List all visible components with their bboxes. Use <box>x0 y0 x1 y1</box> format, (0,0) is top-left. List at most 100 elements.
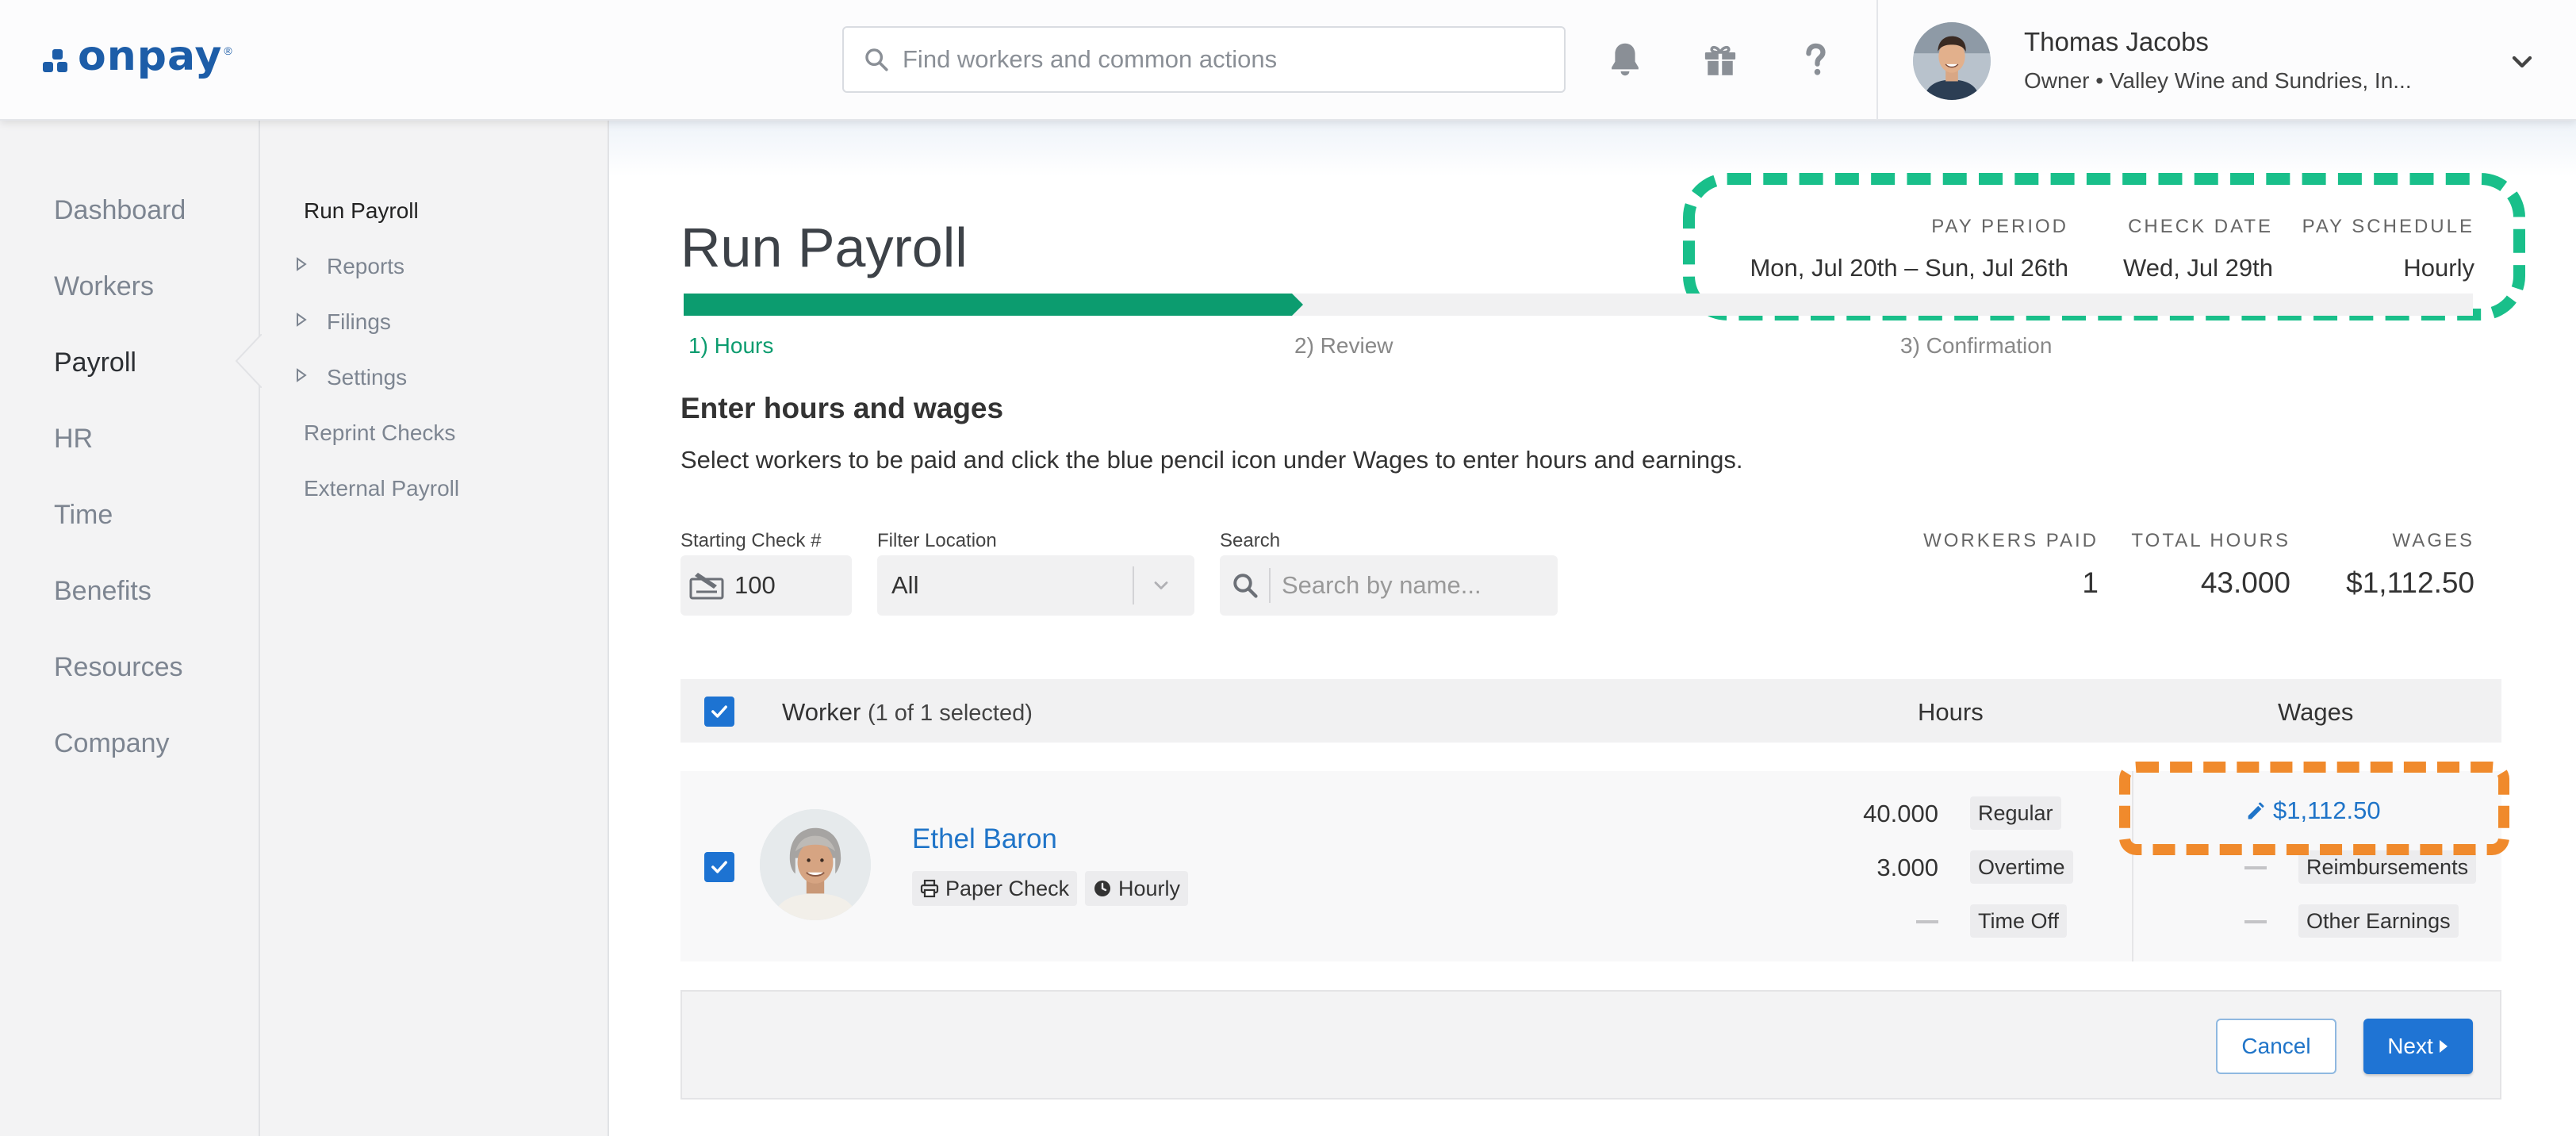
regular-hours-value: 40.000 <box>1863 800 1938 827</box>
worker-search-input[interactable] <box>1282 571 1535 600</box>
caret-right-icon[interactable] <box>296 313 307 327</box>
sidebar-item-payroll[interactable]: Payroll <box>54 347 136 378</box>
worker-avatar <box>760 809 871 920</box>
user-name: Thomas Jacobs <box>2024 27 2209 56</box>
overtime-hours-tag: Overtime <box>1970 850 2073 884</box>
pay-type-label: Hourly <box>1118 876 1181 900</box>
cancel-button[interactable]: Cancel <box>2216 1019 2336 1074</box>
pencil-icon <box>2248 802 2264 819</box>
reimbursements-tag: Reimbursements <box>2298 850 2477 884</box>
payroll-subnav <box>260 121 609 1136</box>
search-divider <box>1269 568 1271 603</box>
user-role: Owner • Valley Wine and Sundries, In... <box>2024 68 2412 93</box>
checkmark-icon <box>711 705 727 718</box>
checkmark-icon <box>711 861 727 873</box>
worker-name-link[interactable]: Ethel Baron <box>912 823 1057 855</box>
wages-stat: WAGES $1,112.50 <box>2346 530 2474 600</box>
user-avatar <box>1913 22 1991 100</box>
sidebar-item-benefits[interactable]: Benefits <box>54 576 151 607</box>
progress-tip <box>1292 294 1303 316</box>
subnav-item-external-payroll[interactable]: External Payroll <box>304 476 459 501</box>
hours-column-header: Hours <box>1918 698 1984 726</box>
sidebar-item-workers[interactable]: Workers <box>54 271 154 302</box>
check-date-label: CHECK DATE <box>2128 216 2273 237</box>
search-icon <box>865 48 888 71</box>
help-icon[interactable] <box>1791 35 1840 84</box>
progress-fill <box>684 294 1292 316</box>
edit-wages-link[interactable]: $1,112.50 <box>2244 796 2381 825</box>
filter-location-value: All <box>891 571 919 599</box>
onpay-logo[interactable]: onpay ® <box>43 29 232 84</box>
starting-check-label: Starting Check # <box>680 530 822 551</box>
check-icon <box>689 573 724 600</box>
reimbursements-empty-dash <box>2244 866 2267 869</box>
printer-icon <box>920 879 939 898</box>
check-date-value: Wed, Jul 29th <box>2123 254 2273 282</box>
subnav-item-reprint-checks[interactable]: Reprint Checks <box>304 420 455 446</box>
wages-label: WAGES <box>2392 530 2474 551</box>
clock-icon <box>1094 881 1110 896</box>
caret-right-icon[interactable] <box>296 257 307 271</box>
time-off-empty-dash <box>1916 920 1938 923</box>
pay-period-label: PAY PERIOD <box>1931 216 2068 237</box>
global-search[interactable] <box>842 26 1566 93</box>
content-top-shade <box>609 121 2576 176</box>
pay-schedule: PAY SCHEDULE Hourly <box>2302 216 2474 282</box>
sidebar-item-company[interactable]: Company <box>54 728 170 759</box>
next-button[interactable]: Next <box>2363 1019 2473 1074</box>
caret-right-icon[interactable] <box>296 368 307 382</box>
chevron-down-icon[interactable] <box>1150 574 1172 597</box>
sidebar-item-dashboard[interactable]: Dashboard <box>54 195 186 226</box>
filter-location-label: Filter Location <box>877 530 997 551</box>
global-search-input[interactable] <box>903 45 1537 74</box>
total-hours-value: 43.000 <box>2200 566 2290 599</box>
pay-period: PAY PERIOD Mon, Jul 20th – Sun, Jul 26th <box>1750 216 2068 282</box>
registered-mark: ® <box>224 44 232 57</box>
wages-column-header: Wages <box>2278 698 2354 726</box>
workers-paid-stat: WORKERS PAID 1 <box>1923 530 2099 600</box>
top-bar: onpay ® Thomas Jacobs Owner • Valley Win… <box>0 0 2576 121</box>
search-label: Search <box>1220 530 1281 551</box>
subnav-item-reports[interactable]: Reports <box>327 254 404 279</box>
select-all-checkbox[interactable] <box>704 697 734 727</box>
worker-header-label: Worker <box>782 698 861 726</box>
worker-search-field[interactable] <box>1220 555 1558 616</box>
payment-method-badge: Paper Check <box>912 871 1078 906</box>
workers-paid-label: WORKERS PAID <box>1923 530 2099 551</box>
search-icon <box>1233 574 1258 598</box>
step-hours[interactable]: 1) Hours <box>688 333 773 359</box>
worker-column-header: Worker (1 of 1 selected) <box>782 698 1033 727</box>
gift-icon[interactable] <box>1696 35 1745 84</box>
sidebar-item-hr[interactable]: HR <box>54 424 93 455</box>
selection-count: (1 of 1 selected) <box>867 700 1033 726</box>
select-divider <box>1133 566 1134 604</box>
check-date: CHECK DATE Wed, Jul 29th <box>2123 216 2273 282</box>
filter-location-select[interactable]: All <box>877 555 1194 616</box>
next-button-label: Next <box>2387 1034 2433 1058</box>
section-description: Select workers to be paid and click the … <box>680 446 1743 474</box>
user-menu[interactable]: Thomas Jacobs Owner • Valley Wine and Su… <box>1876 0 2576 119</box>
sidebar-item-resources[interactable]: Resources <box>54 652 183 683</box>
starting-check-field[interactable] <box>680 555 852 616</box>
subnav-item-settings[interactable]: Settings <box>327 365 407 390</box>
subnav-item-run-payroll[interactable]: Run Payroll <box>304 198 419 224</box>
overtime-hours-value: 3.000 <box>1876 854 1938 881</box>
total-hours-stat: TOTAL HOURS 43.000 <box>2131 530 2290 600</box>
workers-paid-value: 1 <box>2082 566 2099 599</box>
step-confirmation: 3) Confirmation <box>1900 333 2053 358</box>
pay-period-value: Mon, Jul 20th – Sun, Jul 26th <box>1750 254 2068 282</box>
other-earnings-empty-dash <box>2244 920 2267 923</box>
wage-amount: $1,112.50 <box>2273 796 2381 824</box>
bell-icon[interactable] <box>1600 35 1650 84</box>
pay-schedule-label: PAY SCHEDULE <box>2302 216 2474 237</box>
step-review: 2) Review <box>1294 333 1393 358</box>
logo-wordmark: onpay <box>78 33 223 80</box>
pay-schedule-value: Hourly <box>2403 254 2474 282</box>
payment-method-label: Paper Check <box>945 876 1070 900</box>
sidebar-item-time[interactable]: Time <box>54 500 113 531</box>
row-select-checkbox[interactable] <box>704 852 734 882</box>
starting-check-input[interactable] <box>734 571 830 600</box>
chevron-down-icon[interactable] <box>2506 46 2538 78</box>
pay-type-badge: Hourly <box>1085 871 1189 906</box>
subnav-item-filings[interactable]: Filings <box>327 309 391 335</box>
